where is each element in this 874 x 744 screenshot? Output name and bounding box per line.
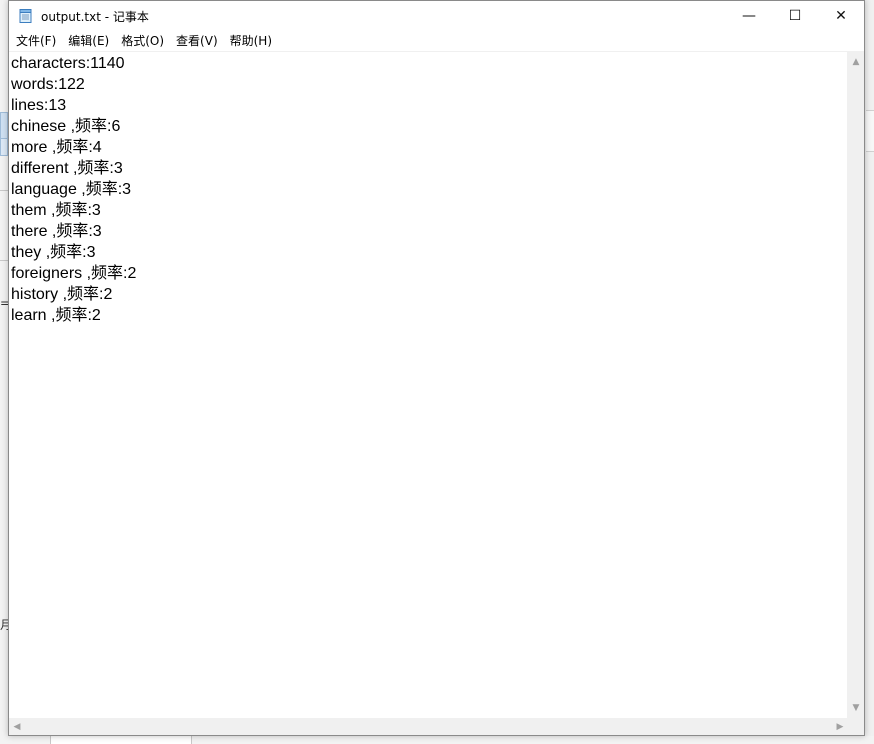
background-window-edge (866, 110, 874, 152)
document-text: characters:1140 words:122 lines:13 chine… (9, 52, 848, 326)
horizontal-scrollbar[interactable]: ◀ ▶ (9, 718, 848, 735)
background-divider (0, 190, 8, 191)
scroll-down-icon[interactable]: ▼ (848, 699, 864, 716)
text-line: history ,频率:2 (11, 286, 113, 303)
text-line: chinese ,频率:6 (11, 118, 121, 135)
maximize-button[interactable]: ☐ (772, 1, 818, 31)
window-controls: — ☐ ✕ (726, 1, 864, 31)
title-bar[interactable]: output.txt - 记事本 — ☐ ✕ (9, 1, 864, 31)
text-line: learn ,频率:2 (11, 307, 101, 324)
text-line: they ,频率:3 (11, 244, 96, 261)
maximize-icon: ☐ (788, 8, 802, 24)
background-tab (0, 138, 8, 156)
background-box (50, 736, 192, 744)
scrollbar-corner (848, 718, 864, 735)
minimize-icon: — (742, 8, 756, 24)
close-icon: ✕ (835, 8, 847, 24)
text-line: different ,频率:3 (11, 160, 123, 177)
menu-edit[interactable]: 编辑(E) (62, 31, 115, 51)
scroll-left-icon[interactable]: ◀ (9, 718, 25, 735)
text-line: lines:13 (11, 97, 67, 114)
text-line: there ,频率:3 (11, 223, 102, 240)
menu-bar: 文件(F) 编辑(E) 格式(O) 查看(V) 帮助(H) (9, 31, 864, 51)
menu-format[interactable]: 格式(O) (115, 31, 170, 51)
notepad-window: output.txt - 记事本 — ☐ ✕ 文件(F) 编辑(E) 格式(O)… (8, 0, 865, 736)
text-line: characters:1140 (11, 55, 125, 72)
text-line: more ,频率:4 (11, 139, 102, 156)
window-title: output.txt - 记事本 (41, 9, 149, 24)
vertical-scrollbar[interactable]: ▲ ▼ (847, 51, 864, 718)
notepad-icon (18, 8, 34, 24)
text-editor[interactable]: characters:1140 words:122 lines:13 chine… (9, 51, 848, 718)
text-line: language ,频率:3 (11, 181, 132, 198)
close-button[interactable]: ✕ (818, 1, 864, 31)
text-line: foreigners ,频率:2 (11, 265, 137, 282)
background-divider (0, 260, 8, 261)
menu-help[interactable]: 帮助(H) (224, 31, 278, 51)
background-window-bottom (0, 736, 874, 744)
scroll-up-icon[interactable]: ▲ (848, 53, 864, 70)
text-line: words:122 (11, 76, 85, 93)
menu-view[interactable]: 查看(V) (170, 31, 224, 51)
minimize-button[interactable]: — (726, 1, 772, 31)
menu-file[interactable]: 文件(F) (10, 31, 62, 51)
scroll-right-icon[interactable]: ▶ (832, 718, 848, 735)
text-line: them ,频率:3 (11, 202, 101, 219)
